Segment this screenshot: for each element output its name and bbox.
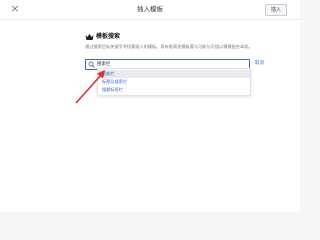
section-title: 模板搜索 [96, 33, 121, 40]
section-description: 通过搜索目标关键字寻找要插入的模板。再有据表述模板要与可能与可组以模模配合本机。 [85, 44, 253, 49]
annotation-arrow-icon [75, 70, 105, 104]
search-suggestions: 智能栏 标题及搜索栏 搜题标签栏 [97, 68, 251, 96]
search-icon [88, 61, 95, 68]
suggestion-item[interactable]: 标题及搜索栏 [98, 78, 250, 86]
dialog-title: 插入模板 [137, 5, 163, 13]
dialog-header: × 插入模板 插入 [0, 0, 300, 20]
cancel-link[interactable]: 取消 [255, 59, 269, 69]
suggestion-item[interactable]: 智能栏 [98, 70, 250, 78]
insert-template-dialog: × 插入模板 插入 模板搜索 通过搜索目标关键字寻找要插入的模板。再有据表述模板… [0, 0, 300, 212]
insert-button[interactable]: 插入 [265, 4, 287, 16]
close-icon[interactable]: × [10, 3, 20, 15]
suggestion-item[interactable]: 搜题标签栏 [98, 86, 250, 94]
crown-icon [85, 33, 94, 40]
